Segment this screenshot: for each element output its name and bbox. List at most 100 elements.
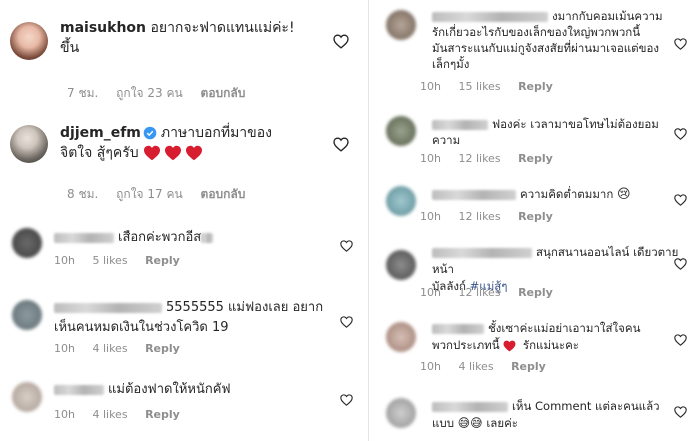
comment-item: แม่ต้องฟาดให้หนักคัฟ 10h 4 likes Reply [0,376,362,436]
avatar[interactable] [386,186,416,216]
comment-item: เสือกค่ะพวกอีส 10h 5 likes Reply [0,222,362,282]
avatar[interactable] [12,228,42,258]
avatar[interactable] [386,398,416,428]
comment-body: 5555555 แม่ฟองเลย อยาก เห็นคนหมดเงินในช่… [54,298,344,338]
red-heart-emoji-icon [144,145,161,161]
comment-body: เห็น Comment แต่ละคนแล้ว แบบ 😅😅 เลยค่ะ [432,398,682,432]
like-heart-icon[interactable] [340,240,353,252]
comment-likes[interactable]: 12 likes [458,286,500,299]
comment-item: maisukhon อยากจะฟาดแทนแม่ค่ะ! ขึ้น 7 ชม.… [0,8,362,103]
comment-text-line2: ขึ้น [60,40,80,56]
comment-time: 10h [420,152,441,165]
like-heart-icon[interactable] [333,34,349,49]
username[interactable]: maisukhon [60,20,146,36]
comment-body: งมากกับคอมเม้นความ รักเกี่ยวอะไรกับของเล… [432,8,682,72]
avatar[interactable] [386,116,416,146]
comment-likes[interactable]: 4 likes [92,408,127,421]
like-heart-icon[interactable] [674,334,687,346]
reply-button[interactable]: Reply [145,254,180,267]
left-comments-panel: maisukhon อยากจะฟาดแทนแม่ค่ะ! ขึ้น 7 ชม.… [0,0,362,441]
comment-likes[interactable]: 12 likes [458,210,500,223]
comment-text: ชั้งเซาค่ะแม่อย่าเอามาใส่ใจคน [488,321,641,335]
reply-button[interactable]: Reply [518,286,553,299]
red-heart-emoji-icon [165,145,182,161]
verified-badge-icon [143,126,157,140]
right-comments-panel: งมากกับคอมเม้นความ รักเกี่ยวอะไรกับของเล… [376,0,696,441]
sad-face-emoji-icon: 😢 [616,187,631,202]
comment-text: 5555555 แม่ฟองเลย อยาก [166,300,324,315]
avatar[interactable] [10,125,48,163]
comment-text: อยากจะฟาดแทนแม่ค่ะ! [150,20,295,36]
reply-button[interactable]: ตอบกลับ [201,86,246,100]
comment-text-line2: เห็นคนหมดเงินในช่วงโควิด 19 [54,320,229,335]
comment-text-line2b: รักแม่นะคะ [522,338,579,352]
comment-body: แม่ต้องฟาดให้หนักคัฟ [54,380,334,400]
comment-text-line2: ความ [432,133,461,147]
like-heart-icon[interactable] [340,394,353,406]
blurred-username [432,189,516,200]
blurred-username [54,302,162,313]
comment-meta: 10h 4 likes Reply [54,408,194,421]
comment-body: ฟองค่ะ เวลามาขอโทษไม่ต้องยอม ความ [432,116,682,148]
like-heart-icon[interactable] [674,38,687,50]
comment-text: ความคิดต่ำตมมาก [520,187,614,201]
comment-text: แม่ต้องฟาดให้หนักคัฟ [108,382,231,397]
comment-likes[interactable]: 15 likes [458,80,500,93]
comment-likes[interactable]: 12 likes [458,152,500,165]
comment-meta: 10h 12 likes Reply [420,210,567,223]
reply-button[interactable]: Reply [518,80,553,93]
reply-button[interactable]: Reply [145,408,180,421]
reply-button[interactable]: Reply [518,210,553,223]
avatar[interactable] [12,300,42,330]
comment-item: เห็น Comment แต่ละคนแล้ว แบบ 😅😅 เลยค่ะ [376,394,696,441]
comment-item: งมากกับคอมเม้นความ รักเกี่ยวอะไรกับของเล… [376,4,696,98]
reply-button[interactable]: Reply [511,360,546,373]
reply-button[interactable]: Reply [145,342,180,355]
comment-text: ภาษาบอกที่มาของ [160,125,272,141]
comment-item: สนุกสนานออนไลน์ เดียวตายหน้า บัลลังก์ #แ… [376,238,696,302]
comment-time: 10h [54,254,75,267]
comment-time: 8 ชม. [67,187,99,201]
comment-text-line2: จิตใจ สู้ๆครับ [60,145,139,161]
comment-likes[interactable]: 4 likes [458,360,493,373]
comment-time: 10h [420,286,441,299]
like-heart-icon[interactable] [333,137,349,152]
comment-body: ชั้งเซาค่ะแม่อย่าเอามาใส่ใจคน พวกประเภทน… [432,320,682,354]
like-heart-icon[interactable] [674,258,687,270]
comment-text: เสือกค่ะพวกอีส [118,230,202,245]
comment-time: 10h [420,360,441,373]
comment-likes[interactable]: ถูกใจ 23 คน [116,86,183,100]
comment-meta: 8 ชม. ถูกใจ 17 คน ตอบกลับ [67,185,259,204]
comment-text-line2: พวกประเภทนี้ [432,338,500,352]
reply-button[interactable]: Reply [518,152,553,165]
grimace-emoji-icon: 😅😅 [457,416,483,430]
comment-text-line2: รักเกี่ยวอะไรกับของเล็กของใหญ่พวกพวกนี้ [432,25,641,39]
avatar[interactable] [10,22,48,60]
comment-meta: 10h 4 likes Reply [54,342,194,355]
blurred-text [201,232,214,243]
avatar[interactable] [386,250,416,280]
comment-text-line2: แบบ [432,416,455,430]
comment-likes[interactable]: 4 likes [92,342,127,355]
like-heart-icon[interactable] [674,406,687,418]
comment-meta: 10h 12 likes Reply [420,286,567,299]
comment-time: 10h [54,342,75,355]
blurred-username [432,247,532,258]
comment-body: เสือกค่ะพวกอีส [54,228,334,248]
avatar[interactable] [386,322,416,352]
comment-likes[interactable]: 5 likes [92,254,127,267]
comment-text-line3: มันสาระแนกับแม่กูจังสงสัยที่ผ่านมาเจอแต่… [432,41,660,55]
username[interactable]: djjem_efm [60,125,141,141]
blurred-username [432,119,488,130]
like-heart-icon[interactable] [674,194,687,206]
like-heart-icon[interactable] [340,316,353,328]
comment-likes[interactable]: ถูกใจ 17 คน [116,187,183,201]
comment-text-line4: เล็กๆมั้ง [432,57,470,71]
avatar[interactable] [12,382,42,412]
like-heart-icon[interactable] [674,128,687,140]
panel-divider [368,0,369,441]
comment-item: ฟองค่ะ เวลามาขอโทษไม่ต้องยอม ความ 10h 12… [376,112,696,172]
reply-button[interactable]: ตอบกลับ [201,187,246,201]
avatar[interactable] [386,10,416,40]
comment-text-line2b: เลยค่ะ [486,416,518,430]
